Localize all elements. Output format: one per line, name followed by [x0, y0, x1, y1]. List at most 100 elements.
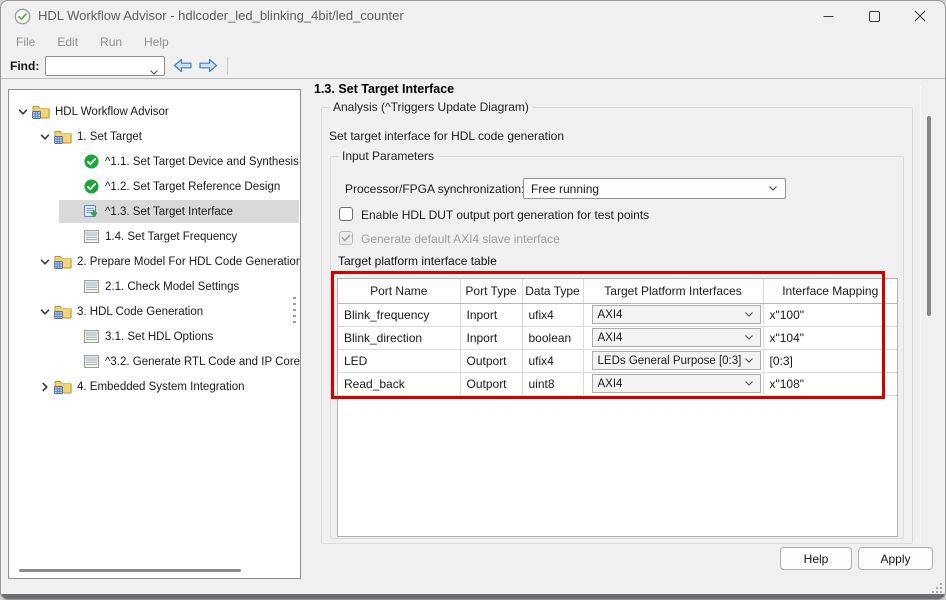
table-row: LEDOutportufix4LEDs General Purpose [0:3… — [338, 349, 897, 372]
tree-item-label: 2. Prepare Model For HDL Code Generation — [77, 256, 301, 268]
cell-interface-mapping[interactable]: x"100" — [763, 303, 897, 326]
cell-interface-mapping[interactable]: [0:3] — [763, 349, 897, 372]
interface-dropdown-value: AXI4 — [598, 309, 623, 321]
vertical-scrollbar-thumb[interactable] — [927, 116, 931, 316]
chevron-collapsed-icon[interactable] — [37, 381, 53, 393]
tree-item-7[interactable]: 2.1. Check Model Settings — [9, 274, 300, 299]
tree-item-4[interactable]: ^1.3. Set Target Interface — [9, 199, 300, 224]
cell-interface: AXI4 — [583, 303, 763, 326]
sync-dropdown[interactable]: Free running — [523, 178, 786, 199]
tree-item-label: ^1.3. Set Target Interface — [105, 206, 233, 218]
interface-table-caption: Target platform interface table — [338, 254, 497, 268]
table-header-row: Port NamePort TypeData TypeTarget Platfo… — [338, 279, 897, 303]
menu-edit[interactable]: Edit — [46, 32, 89, 52]
chevron-expanded-icon[interactable] — [37, 306, 53, 318]
sync-label: Processor/FPGA synchronization: — [345, 182, 524, 196]
maximize-button[interactable] — [851, 1, 897, 31]
interface-dropdown-value: AXI4 — [598, 332, 623, 344]
vertical-scrollbar[interactable] — [920, 86, 935, 544]
cell-port-type: Inport — [460, 303, 522, 326]
cell-port-name: Blink_direction — [338, 326, 460, 349]
cell-port-name: Blink_frequency — [338, 303, 460, 326]
column-header: Data Type — [522, 279, 583, 303]
test-points-checkbox[interactable] — [339, 207, 353, 221]
chevron-down-icon — [744, 357, 754, 364]
window-title: HDL Workflow Advisor - hdlcoder_led_blin… — [38, 8, 404, 23]
tree-item-9[interactable]: 3.1. Set HDL Options — [9, 324, 300, 349]
chevron-down-icon — [744, 334, 754, 341]
tree-item-label: 1. Set Target — [77, 131, 142, 143]
cell-port-type: Inport — [460, 326, 522, 349]
folder-icon — [53, 254, 73, 269]
task-description: Set target interface for HDL code genera… — [329, 129, 564, 143]
table-row: Blink_directionInportboolean AXI4 x"104" — [338, 326, 897, 349]
test-points-checkbox-label: Enable HDL DUT output port generation fo… — [361, 208, 649, 222]
interface-dropdown[interactable]: AXI4 — [592, 328, 761, 347]
tree-item-1[interactable]: 1. Set Target — [9, 124, 300, 149]
cell-port-type: Outport — [460, 372, 522, 395]
hdl-workflow-advisor-window: HDL Workflow Advisor - hdlcoder_led_blin… — [0, 0, 946, 600]
window-bottom-edge — [1, 594, 945, 599]
checkmark-icon — [341, 234, 351, 242]
cell-data-type: ufix4 — [522, 349, 583, 372]
cell-data-type: ufix4 — [522, 303, 583, 326]
tree-item-label: 2.1. Check Model Settings — [105, 281, 239, 293]
input-group-label: Input Parameters — [338, 149, 438, 163]
chevron-expanded-icon[interactable] — [37, 256, 53, 268]
column-header: Port Type — [460, 279, 522, 303]
interface-dropdown-value: AXI4 — [598, 378, 623, 390]
cell-data-type: boolean — [522, 326, 583, 349]
menu-run[interactable]: Run — [89, 32, 133, 52]
tree-item-5[interactable]: 1.4. Set Target Frequency — [9, 224, 300, 249]
find-next-button[interactable] — [198, 58, 220, 75]
tree-item-2[interactable]: ^1.1. Set Target Device and Synthesis To… — [9, 149, 300, 174]
axi4-slave-checkbox — [339, 231, 353, 245]
interface-dropdown[interactable]: AXI4 — [592, 305, 761, 324]
analysis-group-label: Analysis (^Triggers Update Diagram) — [329, 100, 533, 114]
tree-item-0[interactable]: HDL Workflow Advisor — [9, 99, 300, 124]
menu-help[interactable]: Help — [133, 32, 180, 52]
tree-item-11[interactable]: 4. Embedded System Integration — [9, 374, 300, 399]
chevron-expanded-icon[interactable] — [15, 106, 31, 118]
cell-interface-mapping[interactable]: x"108" — [763, 372, 897, 395]
folder-icon — [53, 379, 73, 394]
cell-interface-mapping[interactable]: x"104" — [763, 326, 897, 349]
horizontal-scrollbar-thumb[interactable] — [19, 569, 241, 572]
tree-item-label: ^3.2. Generate RTL Code and IP Core — [105, 356, 300, 368]
find-input[interactable] — [45, 56, 165, 76]
chevron-expanded-icon[interactable] — [37, 131, 53, 143]
menu-file[interactable]: File — [5, 32, 46, 52]
cell-interface: AXI4 — [583, 326, 763, 349]
find-label: Find: — [10, 59, 39, 73]
sync-dropdown-value: Free running — [531, 182, 599, 196]
close-button[interactable] — [897, 1, 943, 31]
panel-splitter-handle[interactable] — [293, 297, 296, 327]
workflow-tree: HDL Workflow Advisor 1. Set Target ^1.1. S… — [8, 89, 301, 579]
tree-item-label: 1.4. Set Target Frequency — [105, 231, 237, 243]
tree-item-10[interactable]: ^3.2. Generate RTL Code and IP Core — [9, 349, 300, 374]
interface-dropdown[interactable]: LEDs General Purpose [0:3] — [592, 351, 761, 370]
interface-dropdown[interactable]: AXI4 — [592, 374, 761, 393]
tree-item-3[interactable]: ^1.2. Set Target Reference Design — [9, 174, 300, 199]
tree-item-8[interactable]: 3. HDL Code Generation — [9, 299, 300, 324]
arrow-left-icon — [175, 60, 192, 72]
tree-item-label: 4. Embedded System Integration — [77, 381, 245, 393]
page-title: 1.3. Set Target Interface — [314, 82, 454, 96]
tree-item-6[interactable]: 2. Prepare Model For HDL Code Generation — [9, 249, 300, 274]
toolbar-separator — [227, 57, 228, 75]
tree-item-label: 3.1. Set HDL Options — [105, 331, 213, 343]
cell-interface: LEDs General Purpose [0:3] — [583, 349, 763, 372]
chevron-down-icon — [768, 185, 778, 192]
apply-button[interactable]: Apply — [858, 547, 933, 570]
check-icon — [81, 179, 101, 194]
help-button[interactable]: Help — [780, 547, 852, 570]
minimize-button[interactable] — [805, 1, 851, 31]
cell-port-type: Outport — [460, 349, 522, 372]
column-header: Interface Mapping — [763, 279, 897, 303]
target-platform-interface-table: Port NamePort TypeData TypeTarget Platfo… — [337, 278, 898, 537]
list-icon — [81, 330, 101, 343]
find-toolbar: Find: — [1, 53, 945, 79]
tree-item-label: 3. HDL Code Generation — [77, 306, 203, 318]
find-previous-button[interactable] — [173, 58, 195, 75]
cell-data-type: uint8 — [522, 372, 583, 395]
